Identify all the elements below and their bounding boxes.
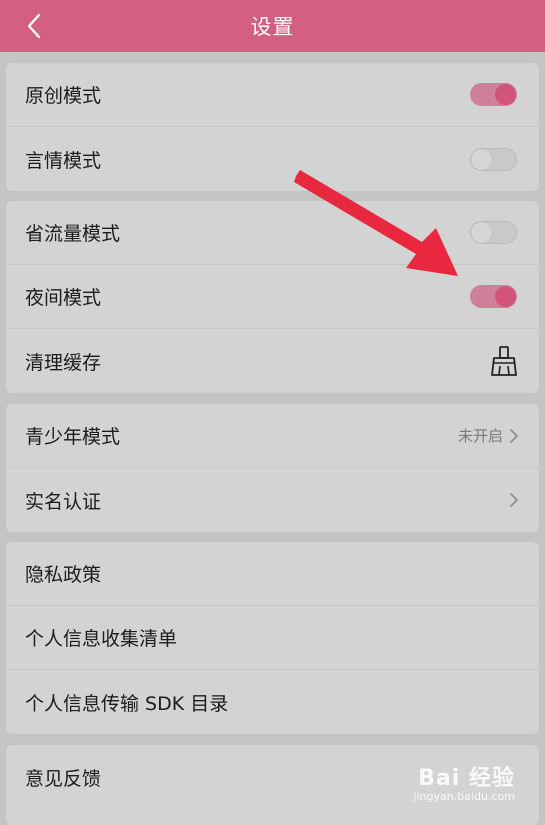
- settings-group-account: 青少年模式 未开启 实名认证: [6, 404, 539, 532]
- setting-row-romance-mode: 言情模式: [6, 127, 539, 191]
- setting-row-teen-mode[interactable]: 青少年模式 未开启: [6, 404, 539, 468]
- setting-row-night-mode: 夜间模式: [6, 265, 539, 329]
- settings-group-privacy: 隐私政策 个人信息收集清单 个人信息传输 SDK 目录: [6, 542, 539, 734]
- broom-icon[interactable]: [489, 345, 519, 377]
- chevron-left-icon: [27, 13, 41, 39]
- app-header: 设置: [0, 0, 545, 52]
- setting-label: 言情模式: [25, 149, 102, 172]
- setting-label: 省流量模式: [25, 223, 121, 245]
- setting-label: 实名认证: [25, 490, 102, 513]
- toggle-knob: [495, 286, 516, 307]
- setting-label: 个人信息收集清单: [25, 628, 178, 650]
- watermark-logo: Bai 经验: [418, 766, 515, 791]
- setting-label: 青少年模式: [25, 426, 121, 448]
- baidu-jingyan-watermark: Bai 经验 jingyan.baidu.com: [413, 760, 515, 803]
- original-mode-toggle[interactable]: [470, 83, 517, 106]
- setting-row-privacy-policy[interactable]: 隐私政策: [6, 542, 539, 606]
- toggle-knob: [495, 84, 516, 105]
- chevron-right-icon: [510, 493, 518, 507]
- page-title: 设置: [250, 15, 295, 39]
- setting-label: 夜间模式: [25, 287, 102, 309]
- setting-row-real-name[interactable]: 实名认证: [6, 468, 539, 532]
- data-saver-toggle[interactable]: [470, 221, 517, 244]
- setting-row-info-collection-list[interactable]: 个人信息收集清单: [6, 606, 539, 670]
- status-text: 未开启: [457, 427, 503, 445]
- toggle-knob: [471, 222, 492, 243]
- setting-label: 个人信息传输 SDK 目录: [25, 692, 229, 715]
- setting-row-original-mode: 原创模式: [6, 63, 539, 127]
- settings-group-content-mode: 原创模式 言情模式: [6, 63, 539, 191]
- real-name-right: [509, 492, 519, 508]
- settings-group-general: 省流量模式 夜间模式 清理缓存: [6, 201, 539, 393]
- setting-label: 清理缓存: [25, 351, 102, 374]
- setting-row-data-saver: 省流量模式: [6, 201, 539, 265]
- watermark-url: jingyan.baidu.com: [413, 790, 515, 803]
- chevron-right-icon: [510, 428, 518, 443]
- setting-row-clear-cache[interactable]: 清理缓存: [6, 329, 539, 393]
- night-mode-toggle[interactable]: [470, 285, 517, 308]
- back-button[interactable]: [16, 8, 52, 44]
- setting-label: 意见反馈: [25, 767, 102, 790]
- toggle-knob: [471, 148, 492, 170]
- setting-label: 原创模式: [25, 85, 102, 107]
- setting-row-sdk-list[interactable]: 个人信息传输 SDK 目录: [6, 670, 539, 734]
- setting-label: 隐私政策: [25, 564, 102, 586]
- teen-mode-status: 未开启: [458, 425, 519, 446]
- romance-mode-toggle[interactable]: [470, 147, 517, 171]
